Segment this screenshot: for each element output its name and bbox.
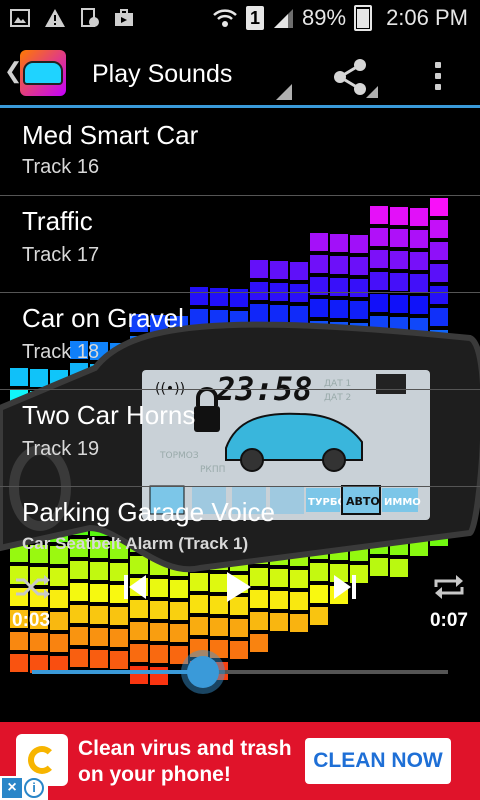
track-subtitle: Track 18 bbox=[22, 341, 100, 363]
track-title: Traffic bbox=[22, 206, 93, 236]
status-bar: 1 89% 2:06 PM bbox=[0, 0, 480, 36]
sim-icon: 1 bbox=[246, 6, 265, 30]
seek-bar-progress bbox=[32, 670, 203, 674]
close-icon[interactable]: × bbox=[2, 778, 22, 798]
ad-cta-button[interactable]: CLEAN NOW bbox=[305, 738, 451, 784]
overflow-menu-icon[interactable] bbox=[424, 56, 452, 96]
track-list: Med Smart Car Track 16 Traffic Track 17 … bbox=[0, 108, 480, 584]
list-item[interactable]: Med Smart Car Track 16 bbox=[0, 108, 480, 196]
repeat-icon[interactable] bbox=[432, 572, 466, 602]
battery-percent: 89% bbox=[302, 5, 347, 30]
clock: 2:06 PM bbox=[386, 5, 468, 30]
list-item[interactable]: Car on Gravel Track 18 bbox=[0, 293, 480, 390]
now-playing-title: Car Seatbelt Alarm (Track 1) bbox=[22, 534, 249, 553]
list-item[interactable]: Two Car Horns Track 19 bbox=[0, 390, 480, 487]
app-logo[interactable] bbox=[20, 50, 66, 96]
ad-banner[interactable]: Clean virus and trash on your phone! CLE… bbox=[0, 722, 480, 800]
shuffle-icon[interactable] bbox=[14, 572, 50, 602]
track-subtitle: Track 16 bbox=[22, 156, 100, 178]
ad-text[interactable]: Clean virus and trash on your phone! bbox=[78, 736, 308, 788]
track-title: Two Car Horns bbox=[22, 400, 196, 430]
next-track-icon[interactable] bbox=[332, 572, 358, 602]
media-player: Car Seatbelt Alarm (Track 1) 0:03 0:07 bbox=[0, 528, 480, 718]
share-indicator-icon bbox=[366, 86, 378, 98]
track-title: Med Smart Car bbox=[22, 120, 199, 150]
list-item[interactable]: Traffic Track 17 bbox=[0, 196, 480, 293]
image-icon bbox=[10, 9, 30, 27]
play-icon[interactable] bbox=[224, 570, 252, 604]
spinner-indicator-icon bbox=[276, 84, 292, 100]
track-title: Car on Gravel bbox=[22, 303, 184, 333]
data-icon bbox=[81, 8, 99, 27]
elapsed-time: 0:03 bbox=[12, 610, 51, 631]
track-list-area: 23:58 ((•)) ДАТ 1 ДАТ 2 ТОРМОЗ РКПП ТУРБ… bbox=[0, 108, 480, 720]
briefcase-icon bbox=[115, 9, 133, 26]
app-bar: ❮ Play Sounds bbox=[0, 36, 480, 108]
ad-choices-badge[interactable]: × i bbox=[0, 776, 48, 800]
track-title: Parking Garage Voice bbox=[22, 497, 275, 527]
track-subtitle: Track 19 bbox=[22, 438, 100, 460]
total-duration: 0:07 bbox=[429, 610, 468, 631]
signal-icon bbox=[274, 9, 294, 28]
previous-track-icon[interactable] bbox=[122, 572, 148, 602]
battery-icon bbox=[354, 5, 373, 31]
track-subtitle: Track 17 bbox=[22, 244, 100, 266]
warning-icon bbox=[45, 9, 65, 27]
page-title[interactable]: Play Sounds bbox=[92, 60, 232, 89]
car-icon bbox=[23, 61, 63, 85]
info-icon[interactable]: i bbox=[24, 778, 44, 798]
seek-bar-thumb[interactable] bbox=[186, 656, 219, 688]
wifi-icon bbox=[213, 9, 237, 27]
